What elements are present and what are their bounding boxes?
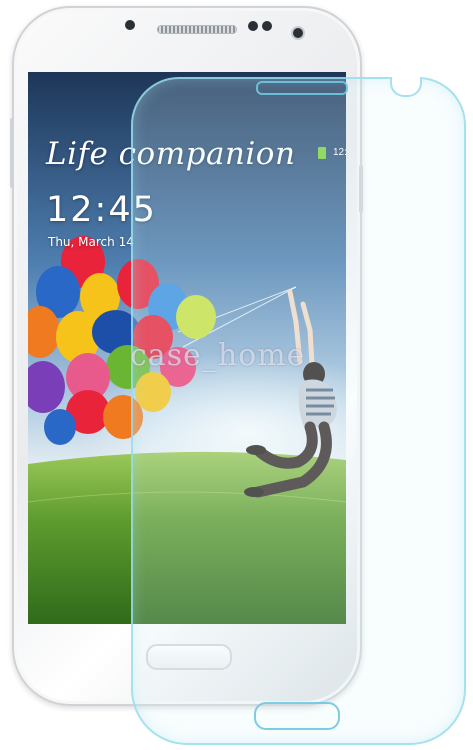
product-photo: 12:45 Life companion 12:45 Thu, March 14… bbox=[0, 0, 473, 750]
lockscreen-date: Thu, March 14 bbox=[48, 235, 134, 249]
light-sensor-icon bbox=[248, 21, 258, 31]
film-home-cutout bbox=[254, 702, 340, 730]
light-sensor-icon bbox=[262, 21, 272, 31]
proximity-sensor-icon bbox=[125, 20, 135, 30]
film-camera-cutout bbox=[256, 81, 348, 95]
watermark-text: case_home bbox=[130, 338, 306, 373]
earpiece-speaker bbox=[157, 25, 237, 34]
volume-button bbox=[10, 118, 14, 188]
screen-protector-film bbox=[131, 77, 466, 745]
front-camera-icon bbox=[293, 28, 303, 38]
